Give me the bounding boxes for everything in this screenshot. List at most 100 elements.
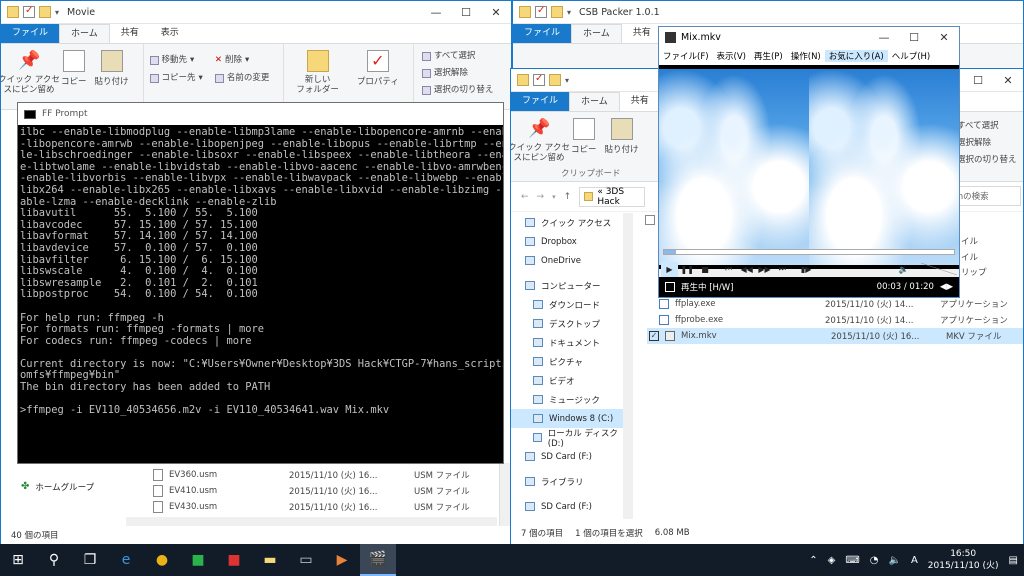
new-folder-button[interactable]: 新しい フォルダー [283,44,343,109]
menu-navigate[interactable]: 操作(N) [787,50,825,62]
menu-play[interactable]: 再生(P) [750,50,787,62]
ime-icon[interactable]: A [911,555,918,566]
volume-tray-icon[interactable]: 🔈 [888,555,900,566]
nav-item[interactable]: デスクトップ [511,314,623,333]
invert-selection-button[interactable]: 選択の切り替え [421,82,493,98]
file-row[interactable]: EV360.usm 2015/11/10 (火) 16... USM ファイル [151,467,491,483]
forward-icon[interactable]: → [537,192,545,202]
skip-back-icon[interactable]: ⏮ [720,262,737,277]
menu-view[interactable]: 表示(V) [713,50,750,62]
menu-favorites[interactable]: お気に入り(A) [824,50,888,62]
select-all-button[interactable]: すべて選択 [421,48,494,64]
nav-item[interactable]: SD Card (F:) [511,447,623,466]
recent-chevron-icon[interactable]: ▾ [552,193,556,201]
copy-to-button[interactable]: コピー先 ▾ [149,70,203,86]
volume-icon[interactable]: 🔈 [896,262,913,277]
nav-item[interactable]: Windows 8 (C:) [511,409,623,428]
volume-slider[interactable] [921,263,957,275]
wifi-icon[interactable]: ◔ [870,555,879,566]
properties-icon[interactable] [533,73,545,86]
new-folder-icon[interactable] [551,6,563,18]
tab-home[interactable]: ホーム [59,24,110,43]
select-none-button[interactable]: 選択解除 [957,135,1017,151]
notifications-icon[interactable]: ▤ [1009,555,1018,566]
console-taskbar-icon[interactable]: ▭ [288,544,324,576]
menu-file[interactable]: ファイル(F) [659,50,713,62]
nav-item[interactable]: ローカル ディスク (D:) [511,428,623,449]
file-row[interactable]: EV430.usm 2015/11/10 (火) 16... USM ファイル [151,499,491,515]
select-all-button[interactable]: すべて選択 [957,118,1017,134]
paste-button[interactable]: 貼り付け [91,44,133,109]
checkbox-checked-icon[interactable]: ✓ [649,331,659,341]
menu-help[interactable]: ヘルプ(H) [888,50,935,62]
properties-icon[interactable] [23,5,35,18]
nav-item[interactable]: Dropbox [511,232,623,251]
nav-item[interactable]: SD Card (F:) [511,497,623,516]
nav-item[interactable]: ライブラリ [511,472,623,491]
media-taskbar-icon[interactable]: ▶ [324,544,360,576]
copy-button[interactable]: コピー [57,44,91,109]
nav-item[interactable]: クイック アクセス [511,213,623,232]
tab-home[interactable]: ホーム [569,92,620,111]
tab-file[interactable]: ファイル [513,24,572,43]
rewind-icon[interactable]: ◀◀ [738,262,755,277]
rename-button[interactable]: 名前の変更 [214,70,269,86]
task-view-icon[interactable]: ❐ [72,544,108,576]
file-row[interactable]: ffplay.exe 2015/11/10 (火) 14... アプリケーション [649,296,1023,312]
explorer-icon[interactable]: ▬ [252,544,288,576]
nav-item[interactable]: ピクチャ [511,352,623,371]
pause-icon[interactable]: ❚❚ [679,262,696,277]
console-output[interactable]: ilbc --enable-libmodplug --enable-libmp3… [18,125,503,463]
invert-selection-button[interactable]: 選択の切り替え [957,152,1017,168]
start-windows-icon[interactable]: ⊞ [0,544,36,576]
frame-step-icon[interactable]: ▮▶ [798,262,815,277]
tab-file[interactable]: ファイル [1,24,60,43]
nav-scrollbar[interactable] [623,213,633,519]
input-icon[interactable]: ⌨ [845,555,859,566]
chevron-down-icon[interactable]: ▾ [565,76,569,85]
file-row[interactable]: EV410.usm 2015/11/10 (火) 16... USM ファイル [151,483,491,499]
select-none-button[interactable]: 選択解除 [421,65,494,81]
minimize-button[interactable]: — [421,1,451,23]
tab-view[interactable]: 表示 [150,24,190,43]
chevron-down-icon[interactable]: ▾ [567,8,571,17]
nav-item[interactable]: ビデオ [511,371,623,390]
skip-forward-icon[interactable]: ⏭ [774,262,791,277]
close-button[interactable]: ✕ [481,1,511,23]
chrome-icon[interactable]: ● [144,544,180,576]
fast-forward-icon[interactable]: ▶▶ [756,262,773,277]
maximize-button[interactable]: ☐ [899,26,929,48]
stop-icon[interactable]: ■ [697,262,714,277]
up-icon[interactable]: ↑ [564,192,572,202]
maximize-button[interactable]: ☐ [451,1,481,23]
clock[interactable]: 16:50 2015/11/10 (火) [928,548,999,572]
tab-share[interactable]: 共有 [110,24,150,43]
tab-share[interactable]: 共有 [622,24,662,43]
tab-file[interactable]: ファイル [511,92,570,111]
search-icon[interactable]: ⚲ [36,544,72,576]
nav-item[interactable]: OneDrive [511,251,623,270]
file-row-selected[interactable]: ✓ Mix.mkv 2015/11/10 (火) 16... MKV ファイル [647,328,1023,344]
move-to-button[interactable]: 移動先 ▾ [149,52,203,68]
ff-prompt-console[interactable]: FF Prompt ilbc --enable-libmodplug --ena… [17,102,504,464]
properties-button[interactable]: ✓ プロパティ [353,44,403,109]
minimize-button[interactable]: — [869,26,899,48]
file-row[interactable]: ffprobe.exe 2015/11/10 (火) 14... アプリケーショ… [649,312,1023,328]
nav-item[interactable]: コンピューター [511,276,623,295]
properties-icon[interactable] [535,5,547,18]
select-checkbox[interactable] [645,215,655,225]
dropbox-tray-icon[interactable]: ◈ [828,555,836,566]
close-button[interactable]: ✕ [993,69,1023,91]
edge-icon[interactable]: e [108,544,144,576]
nav-item[interactable]: ダウンロード [511,295,623,314]
new-folder-icon[interactable] [549,74,561,86]
pin-quick-access-button[interactable]: 📌 クイック アクセ スにピン留め [1,44,60,109]
close-button[interactable]: ✕ [929,26,959,48]
breadcrumb[interactable]: « 3DS Hack [579,186,646,207]
fullscreen-icon[interactable]: ◀▶ [940,282,953,292]
new-folder-icon[interactable] [39,6,51,18]
tab-home[interactable]: ホーム [571,24,622,43]
player-taskbar-icon[interactable]: 🎬 [360,544,396,576]
pin-quick-access-button[interactable]: 📌 クイック アクセ スにピン留め [511,112,570,181]
nav-item[interactable]: ドキュメント [511,333,623,352]
